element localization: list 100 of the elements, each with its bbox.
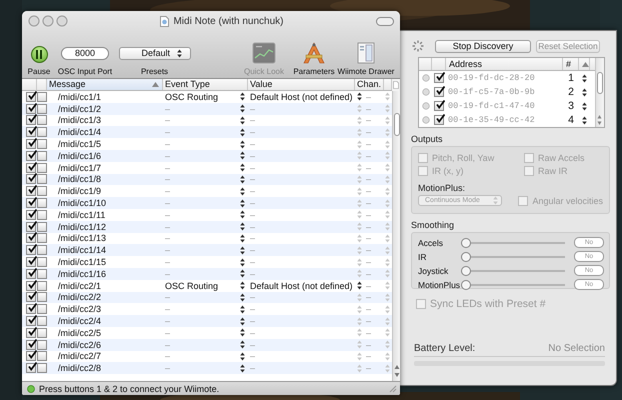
checkbox[interactable] (37, 328, 47, 338)
checkbox[interactable] (37, 363, 47, 374)
column-header[interactable]: Value (248, 79, 355, 90)
presets-popup[interactable]: Default (118, 47, 190, 60)
stepper-icon[interactable] (240, 140, 245, 149)
stepper-icon[interactable] (582, 116, 587, 124)
checkbox[interactable] (37, 150, 47, 161)
checkbox[interactable] (37, 233, 47, 244)
column-header[interactable]: Chan. (355, 79, 384, 90)
checkbox[interactable] (37, 292, 47, 302)
checkbox[interactable] (37, 92, 47, 102)
checkbox[interactable] (26, 162, 36, 173)
stepper-icon[interactable] (357, 281, 362, 290)
checkbox[interactable] (26, 115, 36, 126)
checkbox[interactable] (26, 316, 36, 326)
stepper-icon[interactable] (240, 352, 245, 361)
stepper-icon[interactable] (240, 234, 245, 243)
checkbox[interactable] (26, 186, 36, 196)
stepper-icon[interactable] (582, 102, 587, 110)
checkbox[interactable] (26, 328, 36, 338)
slider-thumb[interactable] (461, 238, 471, 248)
checkbox[interactable] (26, 150, 36, 161)
checkbox[interactable] (37, 304, 47, 314)
checkbox[interactable] (26, 92, 36, 102)
checkbox[interactable] (26, 340, 36, 350)
checkbox[interactable] (26, 210, 36, 220)
stepper-icon[interactable] (240, 116, 245, 125)
stepper-icon[interactable] (582, 88, 587, 96)
checkbox[interactable] (26, 292, 36, 302)
checkbox[interactable] (26, 233, 36, 244)
stepper-icon[interactable] (240, 246, 245, 255)
stepper-icon[interactable] (240, 316, 245, 326)
stepper-icon[interactable] (240, 186, 245, 196)
stepper-icon[interactable] (582, 74, 587, 82)
checkbox[interactable] (37, 127, 47, 138)
window-panel-icon[interactable] (357, 42, 375, 64)
checkbox[interactable] (37, 257, 47, 268)
checkbox[interactable] (26, 304, 36, 314)
column-header[interactable]: # (563, 58, 579, 70)
checkbox[interactable] (37, 174, 47, 184)
caret-icon[interactable] (176, 49, 182, 58)
stepper-icon[interactable] (240, 292, 245, 302)
stepper-icon[interactable] (357, 92, 362, 102)
checkbox[interactable] (37, 340, 47, 350)
stepper-icon[interactable] (240, 328, 245, 338)
slider-thumb[interactable] (461, 252, 471, 262)
checkbox[interactable] (434, 73, 444, 83)
checkbox[interactable] (26, 363, 36, 374)
checkbox[interactable] (37, 139, 47, 150)
button[interactable]: Stop Discovery (435, 40, 531, 52)
resize-grip-icon[interactable] (388, 384, 397, 393)
checkbox[interactable] (434, 101, 444, 111)
stepper-icon[interactable] (240, 364, 245, 373)
stepper-icon[interactable] (240, 281, 245, 290)
port-field[interactable]: 8000 (61, 47, 109, 60)
stepper-icon[interactable] (240, 92, 245, 102)
stepper-icon[interactable] (240, 210, 245, 220)
checkbox[interactable] (37, 280, 47, 291)
slider-thumb[interactable] (461, 280, 471, 290)
pause-button[interactable] (30, 46, 48, 63)
checkbox[interactable] (37, 222, 47, 232)
checkbox[interactable] (37, 115, 47, 126)
scrollbar[interactable] (595, 58, 604, 127)
checkbox[interactable] (26, 257, 36, 268)
column-header[interactable]: Message (47, 79, 163, 90)
checkbox[interactable] (37, 210, 47, 220)
stepper-icon[interactable] (240, 104, 245, 114)
checkbox[interactable] (37, 104, 47, 114)
stepper-icon[interactable] (240, 258, 245, 267)
column-header[interactable]: Address (446, 58, 563, 70)
checkbox[interactable] (26, 245, 36, 256)
checkbox[interactable] (37, 245, 47, 256)
checkbox[interactable] (26, 351, 36, 362)
checkbox[interactable] (37, 316, 47, 326)
stepper-icon[interactable] (240, 163, 245, 172)
checkbox[interactable] (26, 139, 36, 150)
checkbox[interactable] (26, 198, 36, 208)
stepper-icon[interactable] (240, 269, 245, 278)
stepper-icon[interactable] (240, 174, 245, 184)
stepper-icon[interactable] (240, 222, 245, 232)
checkbox[interactable] (26, 127, 36, 138)
column-header[interactable]: Event Type (163, 79, 248, 90)
checkbox[interactable] (434, 115, 444, 125)
toolbar-toggle-icon[interactable] (376, 16, 394, 26)
stepper-icon[interactable] (240, 304, 245, 314)
checkbox[interactable] (37, 162, 47, 173)
stepper-icon[interactable] (240, 151, 245, 160)
checkbox[interactable] (37, 198, 47, 208)
stepper-icon[interactable] (240, 340, 245, 350)
drafting-tools-icon[interactable] (302, 42, 326, 64)
checkbox[interactable] (37, 186, 47, 196)
checkbox[interactable] (26, 104, 36, 114)
stepper-icon[interactable] (240, 198, 245, 208)
stepper-icon[interactable] (240, 128, 245, 137)
checkbox[interactable] (26, 174, 36, 184)
checkbox[interactable] (26, 222, 36, 232)
scrollbar[interactable] (392, 91, 400, 381)
slider-thumb[interactable] (461, 266, 471, 276)
checkbox[interactable] (37, 351, 47, 362)
checkbox[interactable] (26, 280, 36, 291)
